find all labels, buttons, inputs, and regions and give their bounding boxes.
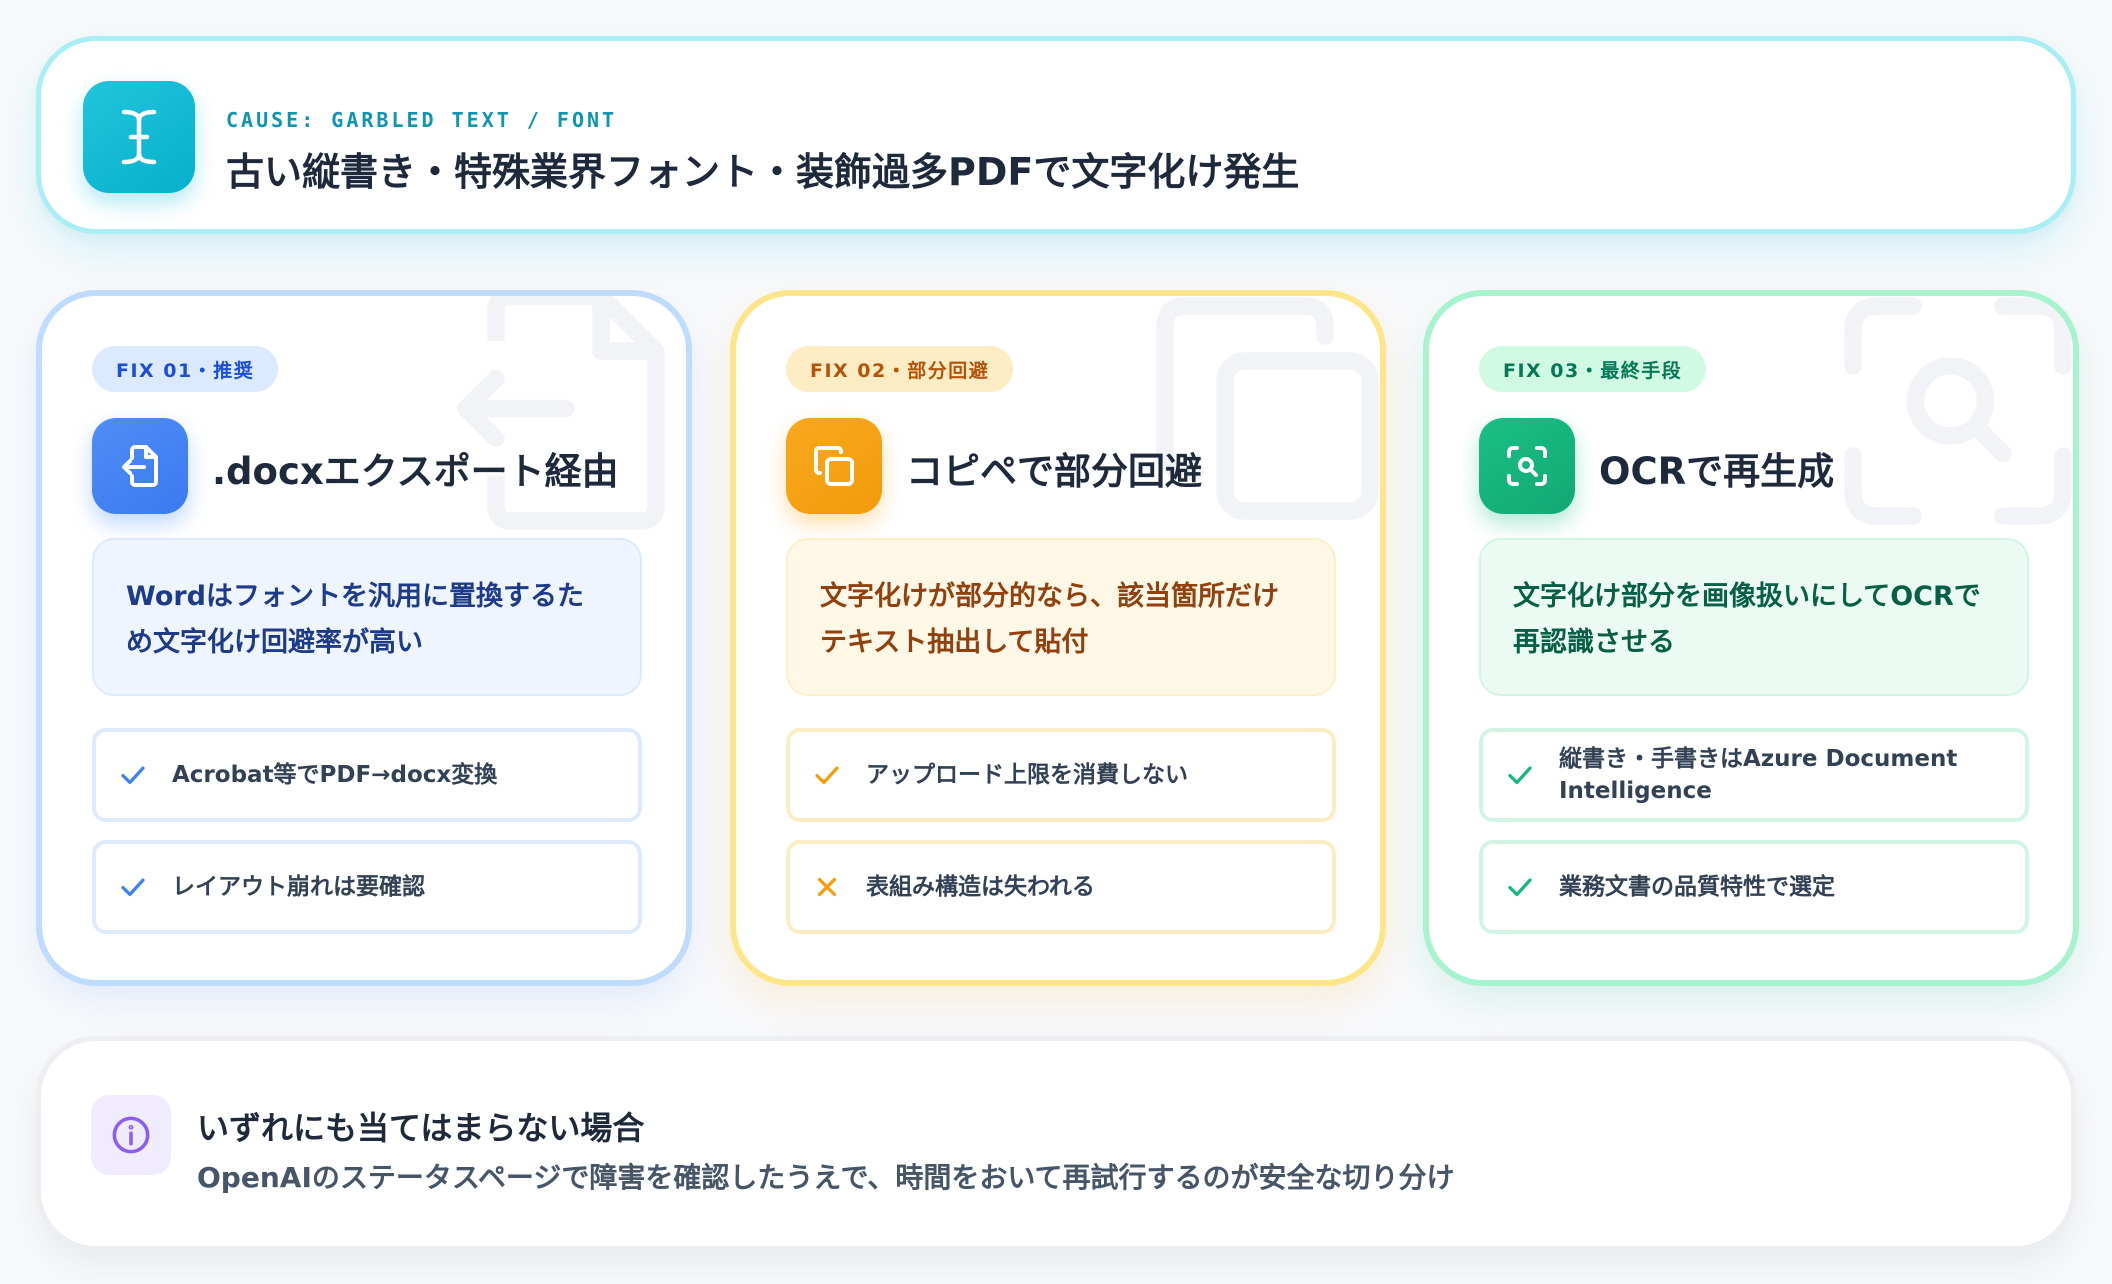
check-icon [1508, 878, 1532, 897]
copy-watermark-icon [1156, 297, 1379, 520]
fix-card-copy-paste: FIX 02・部分回避 コピペで部分回避 文字化けが部分的なら、該当箇所だけテキ… [730, 290, 1386, 986]
note-title: いずれにも当てはまらない場合 [197, 1109, 645, 1147]
check-icon [815, 766, 839, 785]
fix-card-docx-export: FIX 01・推奨 .docxエクスポート経由 Wordはフォントを汎用に置換す… [36, 290, 692, 986]
page: CAUSE: GARBLED TEXT / FONT 古い縦書き・特殊業界フォン… [0, 0, 2112, 1284]
fix-description: 文字化け部分を画像扱いにしてOCRで再認識させる [1479, 538, 2029, 696]
check-icon [121, 878, 145, 897]
check-icon [1508, 766, 1532, 785]
fix-item-text: 業務文書の品質特性で選定 [1559, 874, 1835, 900]
fix-badge: FIX 03・最終手段 [1479, 346, 1707, 392]
cause-eyebrow: CAUSE: GARBLED TEXT / FONT [226, 108, 618, 132]
fix-title: .docxエクスポート経由 [212, 450, 619, 493]
check-icon [121, 766, 145, 785]
fix-card-ocr: FIX 03・最終手段 OCRで再生成 文字化け部分を画像扱いにしてOCRで再認… [1423, 290, 2079, 986]
fix-item: レイアウト崩れは要確認 [92, 840, 642, 934]
fix-item-text: 縦書き・手書きはAzure Document Intelligence [1559, 746, 1958, 804]
fix-item: 縦書き・手書きはAzure Document Intelligence [1479, 728, 2029, 822]
fix-item: アップロード上限を消費しない [786, 728, 1336, 822]
fix-item: 業務文書の品質特性で選定 [1479, 840, 2029, 934]
fix-item: 表組み構造は失われる [786, 840, 1336, 934]
fallback-note: いずれにも当てはまらない場合 OpenAIのステータスページで障害を確認したうえ… [36, 1036, 2076, 1251]
fix-item-text: アップロード上限を消費しない [866, 762, 1188, 788]
fix-title: コピペで部分回避 [906, 450, 1202, 493]
note-text: OpenAIのステータスページで障害を確認したうえで、時間をおいて再試行するのが… [197, 1161, 1455, 1194]
fix-description: Wordはフォントを汎用に置換するため文字化け回避率が高い [92, 538, 642, 696]
file-export-watermark-icon [457, 296, 665, 530]
fix-badge: FIX 01・推奨 [92, 346, 279, 392]
file-export-icon [92, 418, 188, 514]
scan-search-watermark-icon [1844, 297, 2072, 525]
copy-icon [786, 418, 882, 514]
fix-badge: FIX 02・部分回避 [786, 346, 1014, 392]
fix-description: 文字化けが部分的なら、該当箇所だけテキスト抽出して貼付 [786, 538, 1336, 696]
fix-item-text: 表組み構造は失われる [866, 874, 1095, 900]
fix-item-text: レイアウト崩れは要確認 [172, 874, 425, 900]
cause-title: 古い縦書き・特殊業界フォント・装飾過多PDFで文字化け発生 [226, 150, 1300, 194]
cause-banner: CAUSE: GARBLED TEXT / FONT 古い縦書き・特殊業界フォン… [36, 36, 2076, 234]
text-cursor-icon [83, 81, 195, 193]
fix-item-text: Acrobat等でPDF→docx変換 [172, 762, 498, 788]
cross-icon [817, 877, 837, 897]
scan-search-icon [1479, 418, 1575, 514]
fix-title: OCRで再生成 [1599, 450, 1835, 493]
fix-item: Acrobat等でPDF→docx変換 [92, 728, 642, 822]
info-icon [91, 1095, 171, 1175]
